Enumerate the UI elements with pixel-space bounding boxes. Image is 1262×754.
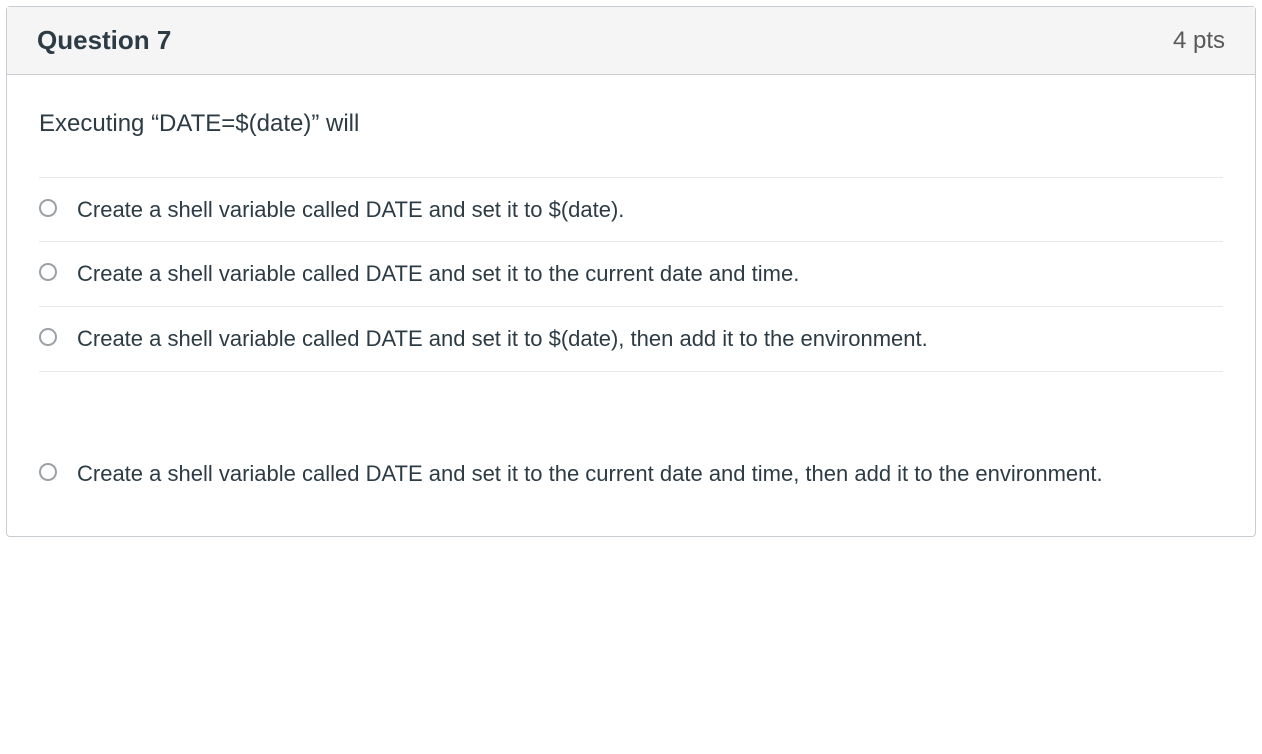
options-group-bottom: Create a shell variable called DATE and … [39, 442, 1223, 512]
question-body: Executing “DATE=$(date)” will Create a s… [7, 75, 1255, 536]
radio-input-1[interactable] [39, 263, 59, 283]
option-row-1[interactable]: Create a shell variable called DATE and … [39, 241, 1223, 306]
option-label-1: Create a shell variable called DATE and … [77, 258, 1223, 290]
radio-icon [39, 263, 57, 281]
options-group-top: Create a shell variable called DATE and … [39, 177, 1223, 373]
options-gap [39, 372, 1223, 442]
radio-icon [39, 463, 57, 481]
radio-icon [39, 199, 57, 217]
option-row-0[interactable]: Create a shell variable called DATE and … [39, 177, 1223, 242]
radio-input-2[interactable] [39, 328, 59, 348]
question-card: Question 7 4 pts Executing “DATE=$(date)… [6, 6, 1256, 537]
radio-input-3[interactable] [39, 463, 59, 483]
question-prompt: Executing “DATE=$(date)” will [39, 107, 1223, 141]
question-header: Question 7 4 pts [7, 7, 1255, 75]
option-label-2: Create a shell variable called DATE and … [77, 323, 1223, 355]
radio-icon [39, 328, 57, 346]
option-label-3: Create a shell variable called DATE and … [77, 458, 1223, 490]
question-title: Question 7 [37, 25, 171, 56]
option-label-0: Create a shell variable called DATE and … [77, 194, 1223, 226]
radio-input-0[interactable] [39, 199, 59, 219]
option-row-2[interactable]: Create a shell variable called DATE and … [39, 306, 1223, 371]
question-points: 4 pts [1173, 27, 1225, 55]
option-row-3[interactable]: Create a shell variable called DATE and … [39, 442, 1223, 512]
